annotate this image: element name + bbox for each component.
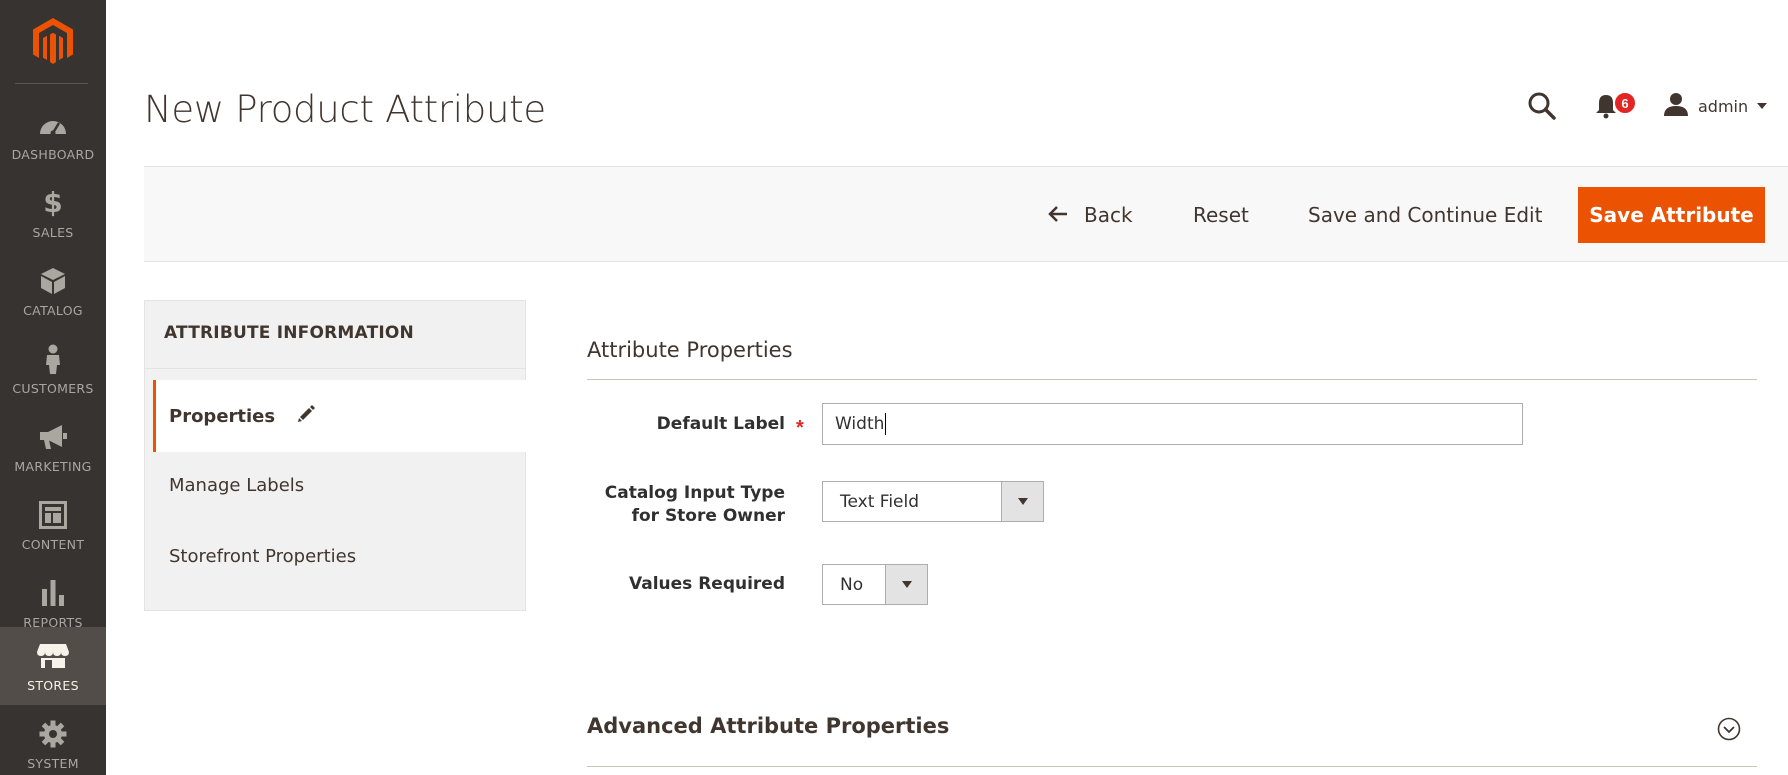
nav-item-marketing[interactable]: MARKETING [0,408,106,486]
tab-label: Properties [169,405,276,427]
select-value: Text Field [840,491,920,512]
divider [587,379,1757,380]
storefront-icon [37,640,69,672]
tab-properties[interactable]: Properties [153,380,526,452]
nav-item-content[interactable]: CONTENT [0,486,106,564]
arrow-left-icon [1048,203,1068,227]
dollar-icon: $ [43,186,63,219]
nav-label: STORES [27,677,79,693]
back-button-label: Back [1084,203,1133,227]
nav-label: CUSTOMERS [12,380,94,396]
values-required-label: Values Required [629,574,785,594]
magento-logo-icon[interactable] [0,0,106,84]
chevron-down-circle-icon[interactable] [1717,717,1741,741]
default-label-value: Width [835,414,885,434]
megaphone-icon [37,421,69,453]
user-account-menu[interactable]: admin [1664,92,1768,121]
save-attribute-button[interactable]: Save Attribute [1578,187,1765,243]
default-label-input[interactable]: Width [822,403,1523,445]
gear-icon [37,718,69,750]
select-value: No [840,574,864,595]
nav-label: CATALOG [23,302,83,318]
nav-item-system[interactable]: SYSTEM [0,705,106,775]
save-and-continue-button[interactable]: Save and Continue Edit [1308,187,1542,243]
user-name: admin [1698,96,1749,116]
catalog-input-type-label: Catalog Input Type for Store Owner [605,482,785,528]
nav-item-catalog[interactable]: CATALOG [0,252,106,330]
layout-icon [37,499,69,531]
nav-item-sales[interactable]: $ SALES [0,174,106,252]
nav-label: SYSTEM [27,755,79,771]
attribute-info-tabs: ATTRIBUTE INFORMATION Properties Manage … [144,300,526,611]
nav-item-dashboard[interactable]: DASHBOARD [0,96,106,174]
cube-icon [37,265,69,297]
bar-chart-icon [37,577,69,609]
dropdown-arrow-icon [885,565,927,604]
nav-item-customers[interactable]: CUSTOMERS [0,330,106,408]
tab-manage-labels[interactable]: Manage Labels [169,475,304,496]
search-icon[interactable] [1527,91,1557,121]
nav-item-stores[interactable]: STORES [0,627,106,705]
user-icon [1664,92,1688,121]
default-label-label: Default Label [656,414,785,434]
label-line: Catalog Input Type [604,483,785,503]
nav-label: MARKETING [14,458,92,474]
divider [145,368,525,369]
chevron-down-icon [1757,103,1768,109]
back-button[interactable]: Back [1048,187,1133,243]
advanced-properties-toggle[interactable]: Advanced Attribute Properties [587,714,949,738]
admin-sidebar: DASHBOARD $ SALES CATALOG CUSTOMERS MARK… [0,0,106,775]
values-required-select[interactable]: No [822,564,928,605]
person-icon [37,343,69,375]
nav-label: CONTENT [21,536,85,552]
required-marker: * [796,417,804,439]
tabs-title: ATTRIBUTE INFORMATION [164,323,414,343]
page-title: New Product Attribute [144,88,546,131]
section-title: Attribute Properties [587,338,793,362]
logo-divider [15,83,88,84]
tab-storefront-properties[interactable]: Storefront Properties [169,546,356,567]
nav-label: SALES [32,224,74,240]
pencil-icon [297,404,316,428]
dropdown-arrow-icon [1001,482,1043,521]
catalog-input-type-select[interactable]: Text Field [822,481,1044,522]
text-cursor [885,413,887,435]
nav-label: DASHBOARD [11,146,95,162]
divider [587,766,1757,767]
label-line: for Store Owner [631,506,785,526]
speedometer-icon [37,109,69,141]
notifications-count-badge[interactable]: 6 [1613,91,1637,115]
reset-button[interactable]: Reset [1193,187,1249,243]
